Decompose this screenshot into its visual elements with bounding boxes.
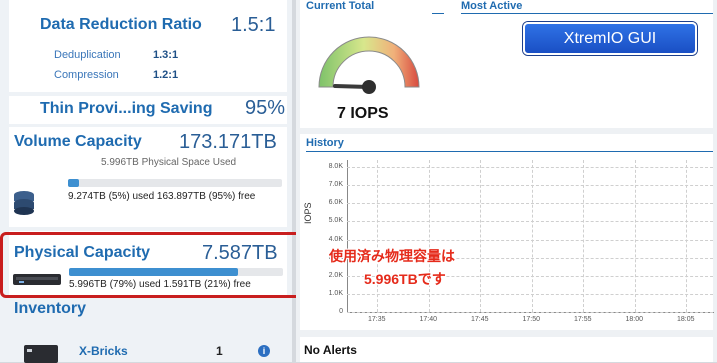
- x-tick-label: 17:40: [419, 316, 438, 323]
- panel-divider: [432, 13, 444, 14]
- history-title: History: [306, 137, 344, 149]
- database-icon: [14, 191, 34, 215]
- inventory-title: Inventory: [14, 300, 87, 317]
- y-tick-label: 1.0K: [328, 289, 343, 297]
- data-reduction-card: Data Reduction Ratio 1.5:1 Deduplication…: [9, 0, 287, 92]
- history-panel: History IOPS 8.0K 7.0K 6.0K 5.0K 4.0K 3.0K 2.0…: [300, 134, 714, 330]
- annotation-line-1: 使用済み物理容量は: [329, 248, 455, 264]
- grid-line-v: [428, 160, 430, 312]
- xbricks-count: 1: [216, 344, 223, 358]
- grid-line-h: [347, 167, 713, 168]
- volume-capacity-card: Volume Capacity 173.171TB 5.996TB Physic…: [9, 127, 287, 227]
- info-icon[interactable]: i: [258, 345, 270, 357]
- inventory-card: Inventory X-Bricks 1 i: [9, 300, 287, 363]
- grid-line-v: [480, 160, 481, 312]
- grid-line-h: [347, 293, 713, 295]
- grid-line-h: [347, 221, 713, 223]
- x-tick-label: 18:05: [677, 316, 695, 323]
- y-tick-label: 5.0K: [328, 217, 343, 225]
- deduplication-value: 1.3:1: [153, 49, 179, 61]
- thin-provisioning-title: Thin Provi...ing Saving: [40, 100, 213, 117]
- data-reduction-value: 1.5:1: [231, 14, 276, 36]
- thin-provisioning-value: 95%: [245, 97, 286, 119]
- xbrick-icon: [24, 345, 58, 363]
- x-tick-label: 17:50: [522, 316, 541, 323]
- compression-label: Compression: [54, 69, 119, 81]
- physical-space-used: 5.996TB Physical Space Used: [101, 157, 237, 168]
- grid-line-h: [347, 312, 713, 313]
- y-tick-label: 8.0K: [328, 163, 343, 170]
- y-tick-label: 4.0K: [328, 235, 343, 243]
- grid-line-v: [377, 160, 378, 312]
- alerts-panel: No Alerts: [300, 337, 713, 362]
- grid-line-v: [634, 160, 636, 312]
- y-tick-label: 6.0K: [328, 199, 343, 207]
- deduplication-label: Deduplication: [54, 49, 121, 61]
- grid-line-v: [686, 160, 687, 312]
- y-tick-label: 7.0K: [328, 181, 343, 189]
- volume-usage-text: 9.274TB (5%) used 163.897TB (95%) free: [68, 191, 256, 202]
- volume-usage-fill: [68, 179, 79, 187]
- y-tick-label: 0: [339, 308, 343, 315]
- volume-capacity-title: Volume Capacity: [14, 133, 142, 150]
- highlight-box: [0, 232, 303, 298]
- xtremio-gui-button[interactable]: XtremIO GUI: [523, 22, 697, 55]
- data-reduction-title: Data Reduction Ratio: [40, 16, 202, 33]
- thin-provisioning-card: Thin Provi...ing Saving 95%: [9, 96, 287, 124]
- y-tick-label: 2.0K: [328, 271, 343, 279]
- grid-line-h: [347, 203, 713, 205]
- history-divider: [306, 151, 713, 152]
- most-active-title: Most Active: [461, 0, 523, 12]
- dashboard-left-column: Data Reduction Ratio 1.5:1 Deduplication…: [0, 0, 303, 363]
- current-total-title: Current Total: [306, 0, 375, 12]
- grid-line-h: [347, 185, 713, 187]
- history-plot-area: [347, 160, 714, 313]
- volume-usage-bar: [68, 179, 282, 187]
- iops-gauge: [318, 36, 420, 94]
- annotation-line-2: 5.996TBです: [364, 271, 446, 287]
- alerts-title: No Alerts: [304, 343, 357, 357]
- compression-value: 1.2:1: [153, 69, 179, 81]
- x-tick-label: 17:45: [471, 316, 489, 323]
- grid-line-v: [583, 160, 584, 312]
- xbricks-label: X-Bricks: [79, 344, 128, 358]
- iops-value: 7 IOPS: [337, 105, 389, 122]
- grid-line-h: [347, 239, 713, 241]
- x-tick-label: 18:00: [625, 316, 644, 323]
- current-total-panel: Current Total Most Active 7 IOPS: [300, 0, 713, 128]
- x-tick-label: 17:35: [368, 316, 386, 323]
- x-tick-label: 17:55: [574, 316, 592, 323]
- grid-line-v: [531, 160, 533, 312]
- volume-capacity-value: 173.171TB: [179, 131, 277, 153]
- history-y-axis-label: IOPS: [303, 202, 313, 224]
- most-active-divider: [461, 13, 713, 14]
